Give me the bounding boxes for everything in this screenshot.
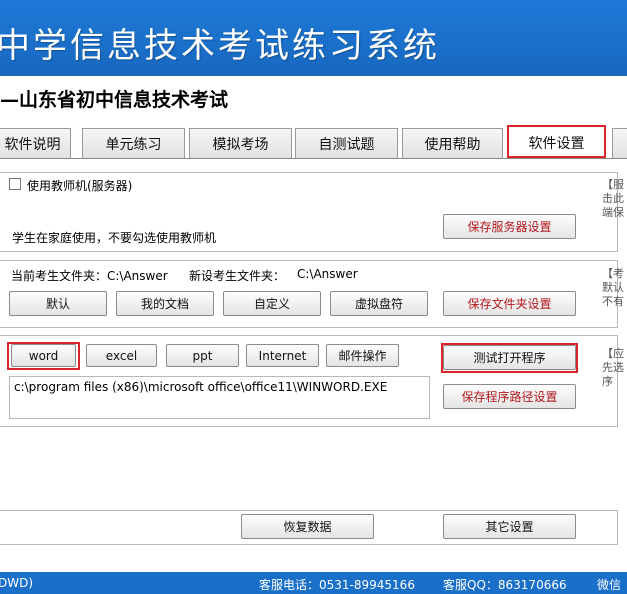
tab-overflow[interactable] bbox=[612, 128, 627, 158]
side-note-line: 端保 bbox=[602, 206, 624, 219]
custom-folder-button[interactable]: 自定义 bbox=[223, 291, 321, 316]
tab-bar: 软件说明 单元练习 模拟考场 自测试题 使用帮助 软件设置 bbox=[0, 126, 627, 160]
side-note-line: 不有 bbox=[602, 295, 624, 308]
tab-divider bbox=[0, 158, 627, 159]
teacher-machine-label: 使用教师机(服务器) bbox=[27, 179, 133, 193]
status-wechat: 微信 bbox=[597, 578, 622, 592]
my-documents-button[interactable]: 我的文档 bbox=[116, 291, 214, 316]
program-path-field[interactable]: c:\program files (x86)\microsoft office\… bbox=[9, 376, 430, 419]
side-note-program: 【应 先选 序 bbox=[602, 347, 624, 389]
ppt-button[interactable]: ppt bbox=[166, 344, 239, 367]
word-button[interactable]: word bbox=[11, 344, 76, 367]
tab-mock-exam[interactable]: 模拟考场 bbox=[189, 128, 292, 158]
side-note-line: 击此 bbox=[602, 192, 624, 205]
save-folder-button[interactable]: 保存文件夹设置 bbox=[443, 291, 576, 316]
side-note-server: 【服 击此 端保 bbox=[602, 178, 624, 220]
other-settings-button[interactable]: 其它设置 bbox=[443, 514, 576, 539]
side-note-line: 【应 bbox=[602, 347, 624, 360]
new-folder-label: 新设考生文件夹： bbox=[189, 269, 286, 283]
side-note-folder: 【考 默认 不有 bbox=[602, 267, 624, 309]
teacher-machine-checkbox[interactable] bbox=[9, 178, 21, 190]
new-folder-value: C:\Answer bbox=[297, 267, 358, 281]
current-folder-label: 当前考生文件夹：C:\Answer bbox=[11, 269, 168, 283]
test-open-button[interactable]: 测试打开程序 bbox=[443, 345, 576, 370]
app-subtitle: —山东省初中信息技术考试 bbox=[0, 89, 229, 111]
side-note-line: 序 bbox=[602, 375, 613, 388]
tab-unit-practice[interactable]: 单元练习 bbox=[82, 128, 185, 158]
excel-button[interactable]: excel bbox=[86, 344, 157, 367]
status-left: DWD) bbox=[0, 576, 34, 590]
status-qq: 客服QQ：863170666 bbox=[443, 578, 567, 592]
status-phone: 客服电话：0531-89945166 bbox=[259, 578, 415, 592]
server-hint: 学生在家庭使用，不要勾选使用教师机 bbox=[12, 231, 217, 245]
title-banner: 中学信息技术考试练习系统 bbox=[0, 0, 627, 76]
tab-settings[interactable]: 软件设置 bbox=[507, 126, 606, 159]
internet-button[interactable]: Internet bbox=[246, 344, 319, 367]
tab-self-test[interactable]: 自测试题 bbox=[295, 128, 398, 158]
side-note-line: 【服 bbox=[602, 178, 624, 191]
side-note-line: 默认 bbox=[602, 281, 624, 294]
side-note-line: 先选 bbox=[602, 361, 624, 374]
email-button[interactable]: 邮件操作 bbox=[326, 344, 399, 367]
default-folder-button[interactable]: 默认 bbox=[9, 291, 107, 316]
app-title: 中学信息技术考试练习系统 bbox=[0, 26, 440, 66]
status-bar: DWD) 客服电话：0531-89945166 客服QQ：863170666 微… bbox=[0, 572, 627, 594]
side-note-line: 【考 bbox=[602, 267, 624, 280]
save-server-button[interactable]: 保存服务器设置 bbox=[443, 214, 576, 239]
tab-instructions[interactable]: 软件说明 bbox=[0, 128, 71, 158]
restore-data-button[interactable]: 恢复数据 bbox=[241, 514, 374, 539]
tab-help[interactable]: 使用帮助 bbox=[402, 128, 503, 158]
virtual-drive-button[interactable]: 虚拟盘符 bbox=[330, 291, 428, 316]
save-program-path-button[interactable]: 保存程序路径设置 bbox=[443, 384, 576, 409]
